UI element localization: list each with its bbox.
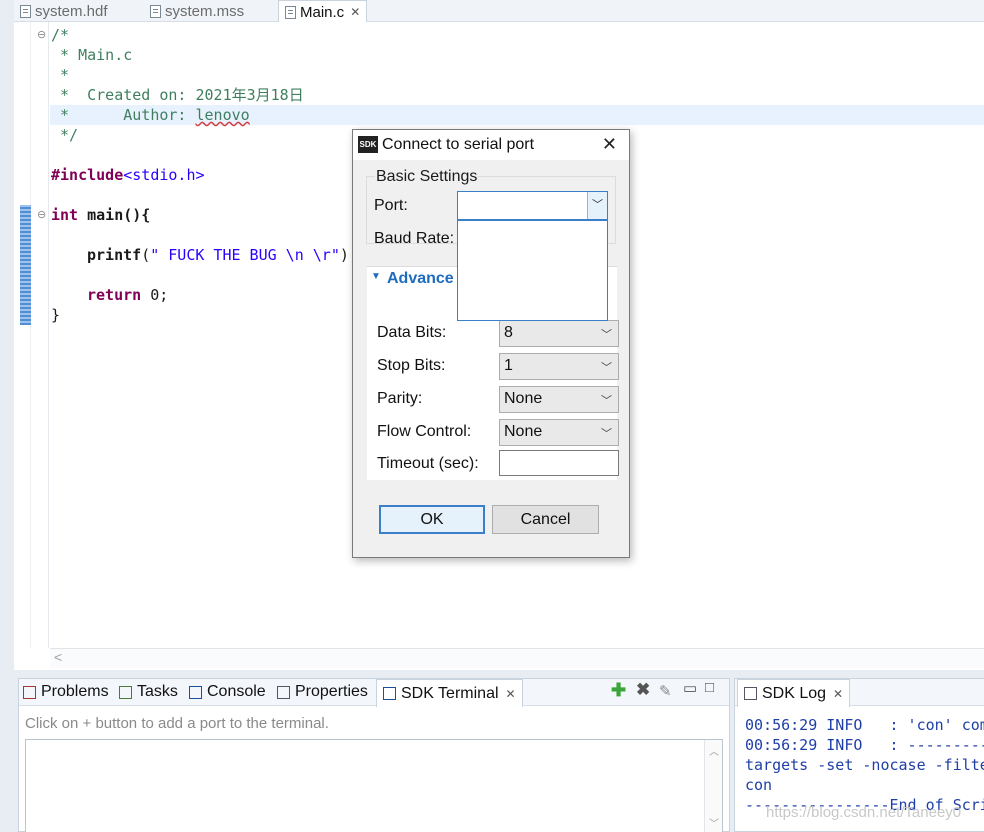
port-label: Port: [374, 197, 408, 214]
log-line: targets -set -nocase -filte [745, 756, 984, 774]
code-line: */ [51, 126, 79, 144]
tab-system-hdf[interactable]: system.hdf [20, 0, 108, 22]
log-line: con [745, 776, 773, 794]
stop-bits-select[interactable]: 1 ﹀ [499, 353, 619, 380]
vertical-scrollbar[interactable]: ︿ ﹀ [704, 740, 722, 832]
add-port-icon[interactable]: ✚ [611, 680, 626, 701]
chevron-down-icon: ﹀ [601, 362, 612, 374]
scroll-down-icon[interactable]: ﹀ [709, 815, 719, 830]
code-line: * Created on: 2021年3月18日 [51, 86, 304, 104]
close-icon[interactable]: ✕ [602, 134, 617, 155]
code-line: #include<stdio.h> [51, 166, 205, 184]
scroll-up-icon[interactable]: ︿ [709, 743, 719, 758]
code-line: /* [51, 26, 70, 44]
close-icon[interactable]: ✕ [350, 5, 360, 19]
code-line: * [51, 66, 70, 84]
chevron-down-icon: ▼ [371, 271, 381, 282]
parity-select[interactable]: None ﹀ [499, 386, 619, 413]
console-icon [189, 685, 202, 699]
chevron-down-icon: ﹀ [601, 329, 612, 341]
editor-tab-bar: system.hdf system.mss Main.c ✕ [14, 0, 984, 23]
fold-column [31, 22, 49, 648]
log-line: 00:56:29 INFO : --------- [745, 736, 984, 754]
code-line: * Author: lenovo [51, 106, 250, 124]
timeout-input[interactable] [499, 450, 619, 476]
parity-label: Parity: [377, 390, 423, 407]
change-marker [20, 205, 31, 325]
close-icon[interactable]: ✕ [506, 687, 516, 701]
code-line: * Main.c [51, 46, 133, 64]
horizontal-scrollbar[interactable]: < [50, 648, 984, 668]
maximize-icon[interactable]: □ [705, 679, 714, 696]
clear-icon[interactable]: ✎ [659, 682, 672, 700]
terminal-output[interactable]: ︿ ﹀ [25, 739, 723, 832]
tab-tasks[interactable]: Tasks [119, 683, 178, 701]
cancel-button[interactable]: Cancel [492, 505, 599, 534]
tab-sdk-terminal[interactable]: SDK Terminal ✕ [376, 679, 523, 707]
remove-port-icon[interactable]: ✖ [636, 680, 650, 700]
flow-control-label: Flow Control: [377, 423, 472, 440]
tab-problems[interactable]: Problems [23, 683, 109, 701]
hdf-file-icon [20, 4, 31, 18]
code-line: } [51, 306, 61, 324]
data-bits-label: Data Bits: [377, 324, 447, 341]
code-line: return 0; [87, 286, 169, 304]
baud-rate-label: Baud Rate: [374, 230, 455, 247]
problems-icon [23, 685, 36, 699]
properties-icon [277, 685, 290, 699]
tab-properties[interactable]: Properties [277, 683, 368, 701]
editor-ruler [14, 22, 31, 648]
sdk-icon: SDK [358, 136, 378, 153]
c-file-icon [285, 5, 296, 19]
tab-sdk-log[interactable]: SDK Log ✕ [737, 679, 851, 707]
code-line: printf(" FUCK THE BUG \n \r"); [87, 246, 358, 264]
data-bits-select[interactable]: 8 ﹀ [499, 320, 619, 347]
spelling-error: lenovo [195, 106, 250, 124]
port-dropdown-list[interactable] [457, 220, 608, 321]
terminal-icon [383, 687, 396, 700]
port-select[interactable]: ﹀ [457, 191, 608, 220]
code-line: int main(){ [51, 206, 151, 224]
close-icon[interactable]: ✕ [833, 687, 843, 701]
log-line: 00:56:29 INFO : 'con' com [745, 716, 984, 734]
view-tab-bar: Problems Tasks Console Properties SDK Te… [19, 679, 729, 707]
watermark: https://blog.csdn.net/Taneey0 [766, 804, 962, 821]
chevron-down-icon: ﹀ [601, 428, 612, 440]
terminal-hint: Click on + button to add a port to the t… [25, 715, 329, 732]
dialog-title: Connect to serial port [382, 136, 535, 153]
fold-collapse-icon[interactable]: ⊖ [37, 28, 46, 41]
stop-bits-label: Stop Bits: [377, 357, 446, 374]
bottom-view-stack: Problems Tasks Console Properties SDK Te… [18, 678, 730, 832]
dialog-title-bar[interactable]: SDK Connect to serial port ✕ [353, 130, 629, 160]
tab-main-c[interactable]: Main.c ✕ [278, 0, 368, 23]
log-icon [744, 687, 757, 700]
flow-control-select[interactable]: None ﹀ [499, 419, 619, 446]
chevron-down-icon[interactable]: ﹀ [587, 192, 607, 219]
basic-settings-label: Basic Settings [375, 168, 479, 186]
minimize-icon[interactable]: ▭ [683, 679, 697, 697]
tab-system-mss[interactable]: system.mss [150, 0, 244, 22]
connect-serial-dialog: SDK Connect to serial port ✕ Basic Setti… [352, 129, 630, 558]
timeout-label: Timeout (sec): [377, 455, 479, 472]
ok-button[interactable]: OK [379, 505, 485, 534]
view-tab-bar: SDK Log ✕ [735, 679, 984, 707]
tasks-icon [119, 685, 132, 699]
mss-file-icon [150, 4, 161, 18]
scroll-left-icon[interactable]: < [54, 649, 62, 665]
tab-console[interactable]: Console [189, 683, 266, 701]
chevron-down-icon: ﹀ [601, 395, 612, 407]
fold-collapse-icon[interactable]: ⊖ [37, 208, 46, 221]
